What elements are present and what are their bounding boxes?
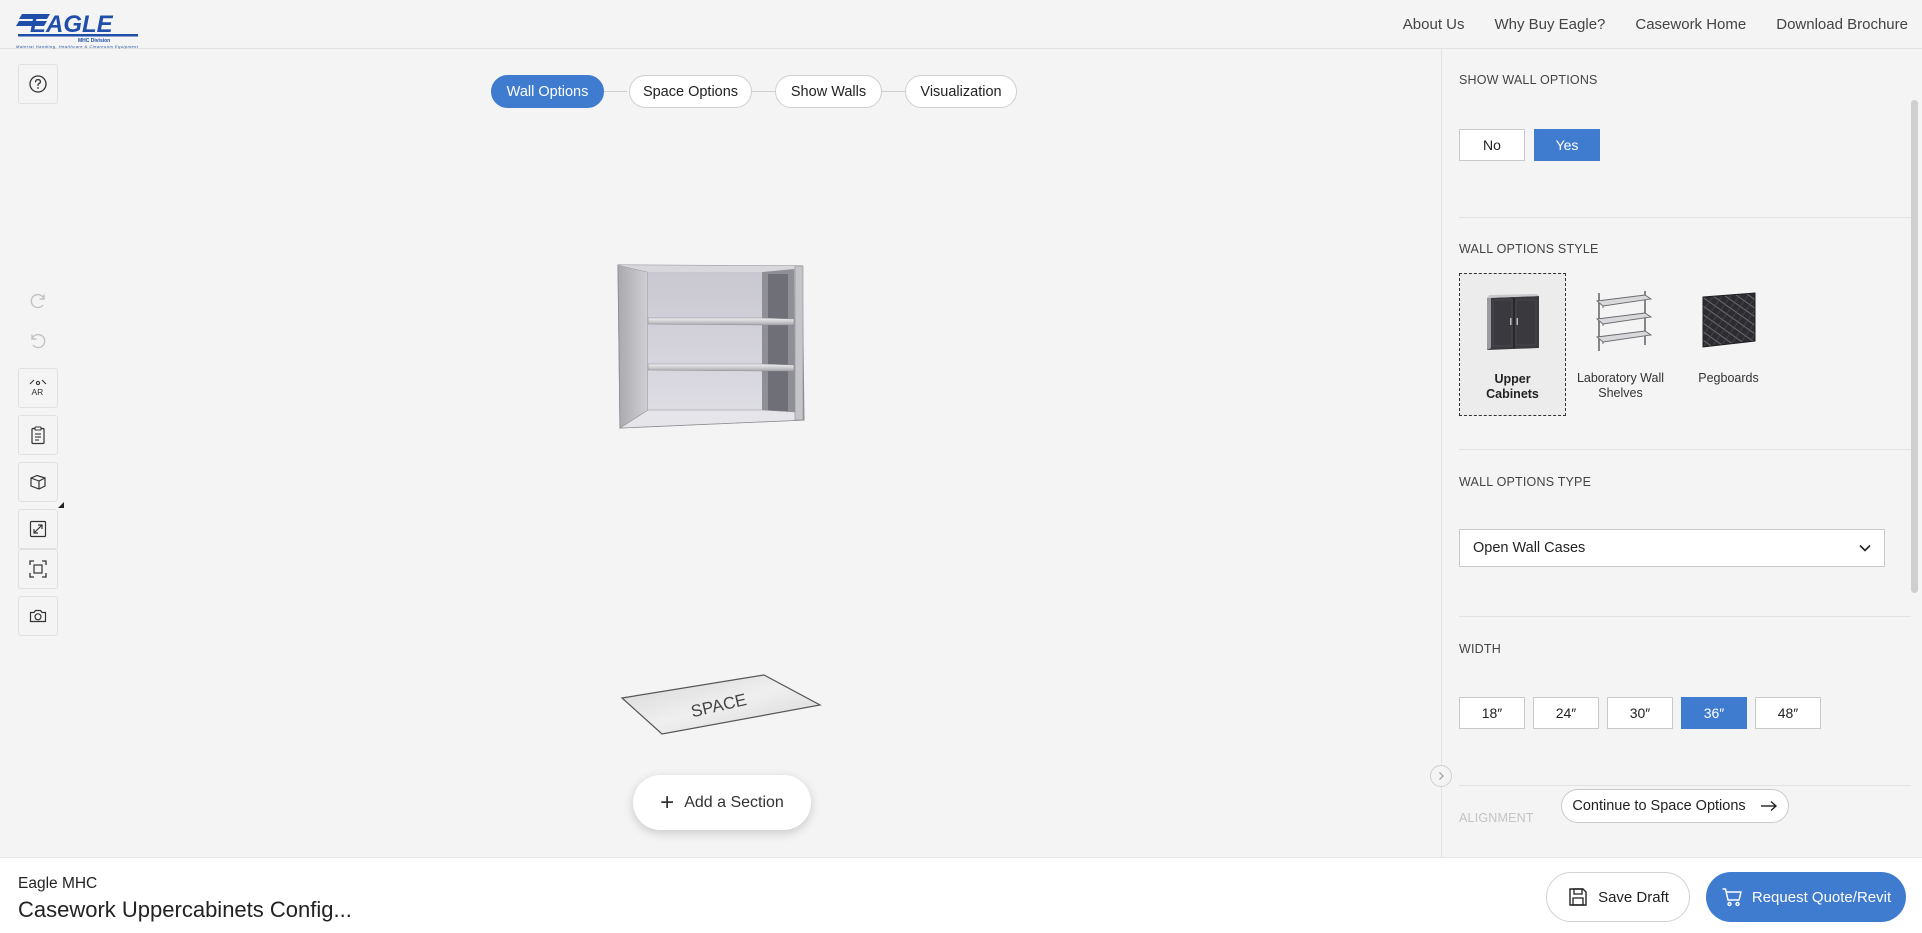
options-panel[interactable]: SHOW WALL OPTIONS No Yes WALL OPTIONS ST… <box>1441 49 1922 857</box>
help-button[interactable] <box>18 64 58 104</box>
chevron-right-icon <box>1439 772 1444 780</box>
show-wall-no-button[interactable]: No <box>1459 129 1525 161</box>
expand-icon <box>29 520 47 538</box>
step-show-walls[interactable]: Show Walls <box>775 75 882 108</box>
show-wall-options-title: SHOW WALL OPTIONS <box>1459 73 1598 87</box>
section-divider <box>1459 616 1911 617</box>
upper-cabinet-thumbnail <box>1481 290 1545 354</box>
floppy-disk-icon <box>1569 888 1587 906</box>
pegboard-thumbnail <box>1697 289 1761 353</box>
undo-button[interactable] <box>18 321 58 361</box>
width-48-button[interactable]: 48″ <box>1755 697 1821 729</box>
section-divider <box>1459 217 1911 218</box>
redo-icon <box>30 293 45 309</box>
width-18-button[interactable]: 18″ <box>1459 697 1525 729</box>
space-floor-marker[interactable]: SPACE <box>618 670 828 740</box>
continue-label: Continue to Space Options <box>1572 798 1746 814</box>
step-wall-options[interactable]: Wall Options <box>491 75 604 108</box>
width-24-button[interactable]: 24″ <box>1533 697 1599 729</box>
request-quote-button[interactable]: Request Quote/Revit <box>1706 872 1906 922</box>
logo-text: EAGLE <box>30 11 114 38</box>
main-nav: About Us Why Buy Eagle? Casework Home Do… <box>1403 0 1908 49</box>
style-label: Upper Cabinets <box>1486 372 1539 401</box>
add-section-label: Add a Section <box>684 793 784 811</box>
wall-options-type-select[interactable]: Open Wall Cases <box>1459 529 1885 567</box>
save-draft-label: Save Draft <box>1598 888 1669 906</box>
ar-button[interactable]: AR <box>18 368 58 408</box>
request-quote-label: Request Quote/Revit <box>1751 888 1892 906</box>
dropdown-corner-icon <box>58 502 64 508</box>
screenshot-button[interactable] <box>18 596 58 636</box>
fullscreen-button[interactable] <box>18 509 58 549</box>
wall-options-type-value: Open Wall Cases <box>1473 540 1586 556</box>
width-36-button[interactable]: 36″ <box>1681 697 1747 729</box>
section-divider <box>1459 449 1911 450</box>
step-connector <box>751 91 775 92</box>
svg-text:AR: AR <box>32 387 44 397</box>
style-pegboards[interactable]: Pegboards <box>1675 273 1782 416</box>
camera-icon <box>29 609 47 623</box>
undo-icon <box>31 333 46 349</box>
panel-scrollbar[interactable] <box>1911 100 1918 593</box>
eagle-logo[interactable]: EAGLE MHC Division Material Handling, He… <box>16 10 140 50</box>
clipboard-icon <box>31 426 45 445</box>
shopping-cart-icon <box>1722 888 1742 907</box>
company-name: Eagle MHC <box>18 875 98 892</box>
question-circle-icon <box>29 75 47 93</box>
step-connector <box>881 91 905 92</box>
redo-button[interactable] <box>18 281 58 321</box>
section-divider <box>1459 785 1911 786</box>
arrow-right-icon <box>1760 800 1777 812</box>
save-draft-button[interactable]: Save Draft <box>1546 872 1690 922</box>
nav-download-brochure[interactable]: Download Brochure <box>1776 16 1908 33</box>
style-label: Pegboards <box>1698 371 1759 385</box>
width-title: WIDTH <box>1459 642 1501 656</box>
summary-button[interactable] <box>18 415 58 455</box>
style-upper-cabinets[interactable]: Upper Cabinets <box>1459 273 1566 416</box>
cabinet-3d-model[interactable] <box>612 262 807 430</box>
wall-options-type-title: WALL OPTIONS TYPE <box>1459 475 1592 489</box>
top-header: EAGLE MHC Division Material Handling, He… <box>0 0 1922 49</box>
show-wall-yes-button[interactable]: Yes <box>1534 129 1600 161</box>
svg-text:Material Handling, Healthcare: Material Handling, Healthcare & Cleanroo… <box>16 44 139 49</box>
collapse-panel-button[interactable] <box>1430 765 1452 787</box>
step-space-options[interactable]: Space Options <box>629 75 752 108</box>
continue-to-space-options-button[interactable]: Continue to Space Options <box>1561 789 1789 823</box>
step-connector <box>603 91 627 92</box>
footer-bar: Eagle MHC Casework Uppercabinets Config.… <box>0 857 1922 933</box>
chevron-down-icon <box>1859 544 1871 552</box>
style-laboratory-wall-shelves[interactable]: Laboratory Wall Shelves <box>1567 273 1674 416</box>
project-title: Casework Uppercabinets Config... <box>18 897 352 922</box>
fit-view-icon <box>29 560 47 578</box>
add-section-button[interactable]: + Add a Section <box>633 775 811 830</box>
width-30-button[interactable]: 30″ <box>1607 697 1673 729</box>
plus-icon: + <box>660 788 675 816</box>
wall-shelves-thumbnail <box>1589 289 1653 353</box>
step-visualization[interactable]: Visualization <box>905 75 1017 108</box>
alignment-title: ALIGNMENT <box>1459 811 1534 825</box>
nav-casework-home[interactable]: Casework Home <box>1635 16 1746 33</box>
3d-view-icon <box>30 474 46 490</box>
ar-icon: AR <box>29 379 47 397</box>
view-mode-button[interactable] <box>18 462 64 508</box>
nav-why-buy-eagle[interactable]: Why Buy Eagle? <box>1494 16 1605 33</box>
style-label: Laboratory Wall Shelves <box>1576 371 1665 400</box>
fit-view-button[interactable] <box>18 549 58 589</box>
wall-options-style-title: WALL OPTIONS STYLE <box>1459 242 1599 256</box>
nav-about-us[interactable]: About Us <box>1403 16 1465 33</box>
